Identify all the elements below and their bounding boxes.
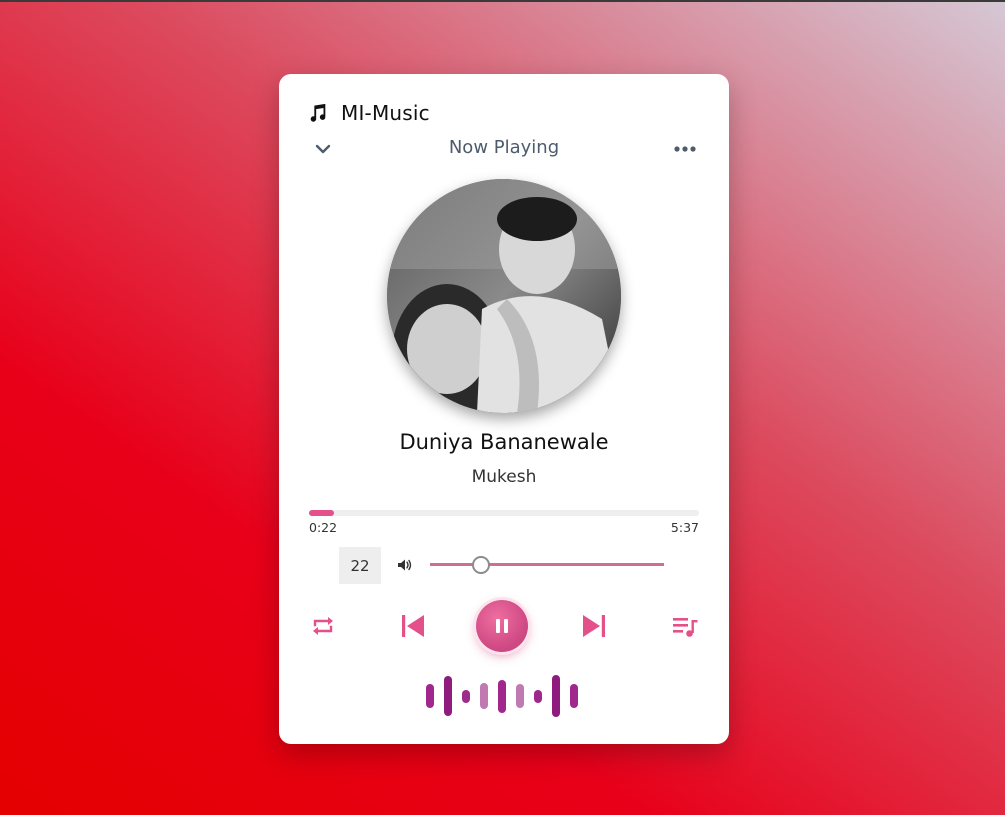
audio-visualizer [426,672,586,720]
visualizer-bar [534,689,542,703]
now-playing-title: Now Playing [448,137,560,158]
volume-icon[interactable] [397,557,413,573]
visualizer-bar [462,689,470,703]
volume-slider-track[interactable] [430,563,664,566]
music-player-card: MI-Music Now Playing Duniya Bananewale M… [279,74,729,744]
visualizer-bar [444,676,452,716]
repeat-icon[interactable] [309,612,337,640]
volume-value-box: 22 [339,547,381,584]
visualizer-bar [480,683,488,709]
player-header: Now Playing [307,136,701,162]
current-time: 0:22 [309,520,338,535]
progress-fill [309,510,335,516]
volume-slider-thumb[interactable] [472,556,491,574]
visualizer-bar [426,684,434,708]
visualizer-bar [516,684,524,708]
brand-header: MI-Music [307,101,430,125]
visualizer-bar [498,679,506,713]
more-horizontal-icon[interactable] [673,139,697,159]
app-name: MI-Music [341,101,430,125]
skip-next-icon[interactable] [580,612,608,640]
playlist-icon[interactable] [671,614,699,640]
album-art [387,179,621,413]
skip-previous-icon[interactable] [399,612,427,640]
track-title: Duniya Bananewale [399,430,609,454]
visualizer-bar [570,684,578,708]
pause-icon [496,619,508,633]
music-note-icon [310,103,326,122]
progress-bar[interactable] [309,510,699,516]
play-pause-button[interactable] [476,600,528,652]
track-artist: Mukesh [471,467,537,487]
window-top-border [0,0,1005,2]
visualizer-bar [552,675,560,717]
track-duration: 5:37 [670,520,699,535]
volume-value: 22 [350,556,370,575]
